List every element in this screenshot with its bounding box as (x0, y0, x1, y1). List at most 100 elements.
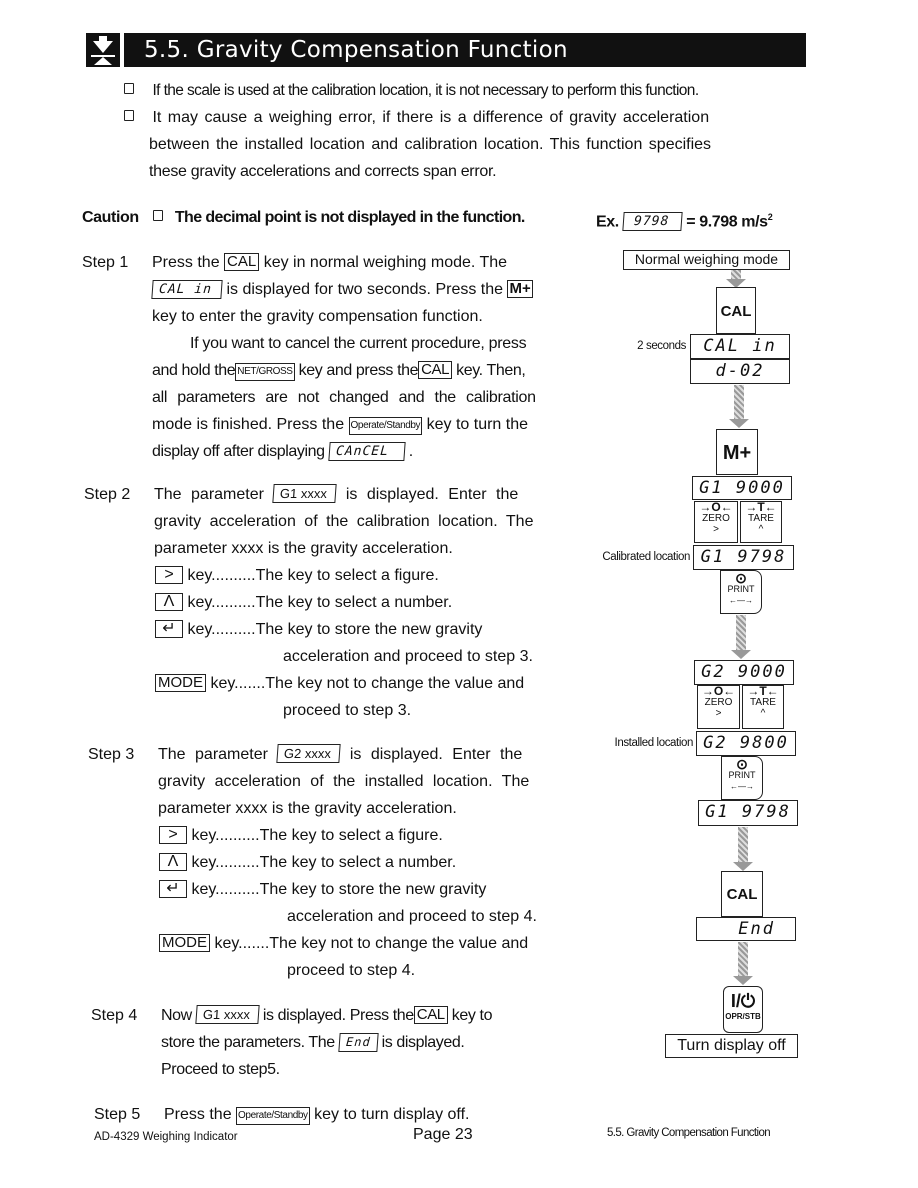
right-key: > (155, 566, 183, 584)
flow-start-box: Normal weighing mode (623, 250, 790, 270)
zero-icon: →O← (699, 500, 733, 514)
flow-display-g1-9798: G1 9798 (698, 800, 798, 826)
enter-key: ↵ (155, 620, 183, 638)
flow-operate-standby-key: I/⏻ OPR/STB (723, 986, 763, 1033)
download-arrow-icon (86, 33, 120, 67)
operate-standby-key: Operate/Standby (348, 417, 423, 435)
lcd-display: CAnCEL (328, 442, 406, 461)
flow-display-g1-9798: G1 9798 (693, 545, 794, 570)
flow-cal-key: CAL (721, 871, 763, 917)
lcd-display: G2 xxxx (276, 744, 342, 763)
lcd-display: G1 xxxx (195, 1005, 260, 1024)
step-1-line: display off after displaying CAnCEL . (152, 442, 413, 461)
key-description-cont: proceed to step 4. (287, 962, 416, 979)
step-1-line: and hold the NET/GROSS key and press the C… (152, 361, 526, 381)
key-description-row: Λ key..........The key to select a numbe… (159, 849, 456, 876)
caution-example: Ex. 9798 = 9.798 m/s2 (596, 212, 773, 232)
flow-display-cal-in: CAL in (690, 334, 790, 359)
caution-text: The decimal point is not displayed in th… (153, 204, 525, 231)
print-icon: ⊙ (736, 756, 748, 772)
intro-bullet-2: It may cause a weighing error, if there … (124, 104, 709, 131)
section-title: 5.5. Gravity Compensation Function (124, 33, 806, 67)
net-gross-key: NET/GROSS (235, 363, 295, 381)
page-number: Page 23 (413, 1126, 473, 1143)
key-description-row: MODE key.......The key not to change the… (159, 930, 528, 957)
mode-key: MODE (159, 934, 210, 952)
flow-display-end: End (696, 917, 796, 941)
key-description-row: Λ key..........The key to select a numbe… (155, 589, 452, 616)
intro-line: these gravity accelerations and corrects… (149, 163, 497, 180)
flow-tare-key: →T← TARE ^ (742, 685, 784, 729)
step-2-label: Step 2 (84, 486, 131, 503)
tare-icon: →T← (745, 500, 777, 514)
bullet-icon (153, 210, 163, 221)
flow-display-g2-9800: G2 9800 (696, 731, 796, 756)
step-1-label: Step 1 (82, 254, 129, 271)
lcd-display: G1 xxxx (272, 484, 338, 503)
step-4-label: Step 4 (91, 1007, 138, 1024)
flow-print-key: ⊙ PRINT ←—→ (721, 756, 763, 800)
step-2-line: gravity acceleration of the calibration … (154, 513, 534, 530)
flow-print-key: ⊙ PRINT ←—→ (720, 570, 762, 614)
flow-tare-key: →T← TARE ^ (740, 501, 782, 543)
power-icon: I/⏻ (730, 991, 756, 1011)
print-icon: ⊙ (735, 570, 747, 586)
step-1-line: all parameters are not changed and the c… (152, 389, 536, 406)
step-3-line: parameter xxxx is the gravity accelerati… (158, 800, 457, 817)
step-3-line: gravity acceleration of the installed lo… (158, 773, 530, 790)
intro-line: between the installed location and calib… (149, 136, 712, 153)
flow-end-box: Turn display off (665, 1034, 798, 1058)
flow-cal-key: CAL (716, 287, 756, 334)
tare-icon: →T← (747, 684, 779, 698)
flow-zero-key: →O← ZERO > (697, 685, 740, 729)
step-3-label: Step 3 (88, 746, 135, 763)
step-1-line: Press the CAL key in normal weighing mod… (152, 253, 508, 271)
footer-right: 5.5. Gravity Compensation Function (607, 1127, 771, 1139)
footer-left: AD-4329 Weighing Indicator (94, 1131, 238, 1143)
up-key: Λ (155, 593, 183, 611)
step-2-line: The parameter G1 xxxx is displayed. Ente… (154, 484, 519, 503)
key-description-row: > key..........The key to select a figur… (159, 822, 443, 849)
key-description-cont: acceleration and proceed to step 4. (287, 908, 537, 925)
flow-arrow-icon (729, 385, 749, 428)
flow-arrow-icon (733, 942, 753, 985)
mode-key: MODE (155, 674, 206, 692)
key-description-row: ↵ key..........The key to store the new … (159, 876, 486, 903)
bullet-icon (124, 83, 134, 94)
flow-display-d02: d-02 (690, 359, 790, 384)
step-1-line: key to enter the gravity compensation fu… (152, 308, 483, 325)
up-key: Λ (159, 853, 187, 871)
flow-arrow-icon (733, 827, 753, 871)
lcd-display: CAL in (151, 280, 223, 299)
bullet-icon (124, 110, 134, 121)
key-description-cont: proceed to step 3. (283, 702, 412, 719)
flow-label-installed: Installed location (614, 737, 694, 749)
cal-key: CAL (418, 361, 453, 379)
step-5-line: Press the Operate/Standby key to turn di… (164, 1106, 470, 1125)
step-5-label: Step 5 (94, 1106, 141, 1123)
cal-key: CAL (413, 1006, 448, 1024)
cal-key: CAL (224, 253, 260, 271)
step-2-line: parameter xxxx is the gravity accelerati… (154, 540, 453, 557)
step-1-line: mode is finished. Press the Operate/Stan… (152, 416, 528, 435)
step-4-line: Proceed to step5. (161, 1061, 280, 1078)
flow-arrow-icon (726, 270, 746, 288)
key-description-row: > key..........The key to select a figur… (155, 562, 439, 589)
flow-zero-key: →O← ZERO > (694, 501, 738, 543)
caution-label: Caution (82, 209, 139, 226)
flow-arrow-icon (731, 615, 751, 659)
step-4-line: Now G1 xxxx is displayed. Press the CAL k… (161, 1005, 493, 1024)
m-plus-key: M+ (507, 280, 533, 298)
key-description-row: MODE key.......The key not to change the… (155, 670, 524, 697)
step-3-line: The parameter G2 xxxx is displayed. Ente… (158, 744, 523, 763)
right-key: > (159, 826, 187, 844)
intro-bullet-1: If the scale is used at the calibration … (124, 77, 699, 104)
key-description-cont: acceleration and proceed to step 3. (283, 648, 533, 665)
flow-display-g1-9000: G1 9000 (692, 476, 792, 500)
enter-key: ↵ (159, 880, 187, 898)
step-1-line: If you want to cancel the current proced… (190, 335, 527, 352)
flow-label-2-seconds: 2 seconds (637, 340, 686, 352)
flow-display-g2-9000: G2 9000 (694, 660, 794, 685)
flow-label-calibrated: Calibrated location (602, 551, 690, 563)
lcd-display: End (338, 1033, 379, 1052)
